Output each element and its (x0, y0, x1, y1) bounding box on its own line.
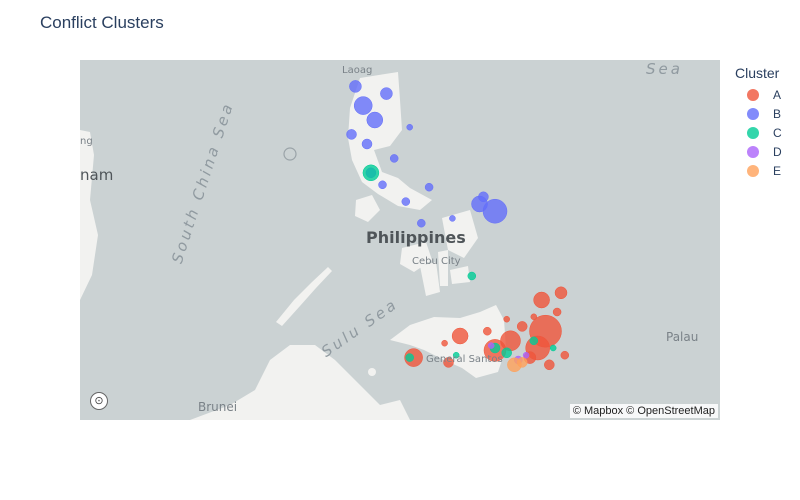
legend-item-e[interactable]: E (735, 161, 782, 180)
palau-label: Palau (666, 330, 699, 344)
legend-items: ABCDE (735, 85, 782, 180)
legend-swatch-icon (747, 88, 759, 101)
partial-place-label: ng (80, 136, 93, 147)
point-cluster-a[interactable] (544, 359, 555, 371)
point-cluster-b[interactable] (471, 195, 488, 213)
gensan-label: General Santos (426, 354, 503, 365)
legend-item-c[interactable]: C (735, 123, 782, 142)
point-cluster-c[interactable] (501, 347, 512, 359)
point-cluster-b[interactable] (349, 80, 362, 93)
point-cluster-c[interactable] (362, 164, 380, 182)
chart-title: Conflict Clusters (40, 13, 164, 32)
land-negros (420, 262, 440, 296)
legend-label: B (773, 106, 782, 121)
land-palawan (276, 267, 332, 326)
legend-item-d[interactable]: D (735, 142, 782, 161)
point-cluster-a[interactable] (500, 330, 521, 352)
point-cluster-b[interactable] (361, 138, 373, 150)
point-cluster-c[interactable] (549, 344, 557, 352)
vietnam-label: nam (80, 166, 114, 184)
point-cluster-a[interactable] (552, 307, 562, 317)
cebu-label: Cebu City (412, 256, 461, 267)
sea-label: Sea (646, 60, 683, 78)
land-mainland (80, 130, 98, 300)
point-cluster-a[interactable] (441, 339, 448, 347)
legend-label: E (773, 163, 782, 178)
legend-label: C (773, 125, 782, 140)
legend-label: A (773, 87, 782, 102)
point-cluster-d[interactable] (487, 342, 495, 349)
point-cluster-b[interactable] (353, 96, 373, 115)
legend-title: Cluster (735, 65, 780, 81)
point-cluster-e[interactable] (516, 357, 528, 368)
point-cluster-c[interactable] (405, 353, 414, 362)
land-mindoro (355, 195, 380, 222)
point-cluster-a[interactable] (533, 291, 550, 309)
legend-label: D (773, 144, 782, 159)
land-bohol (450, 266, 470, 284)
map-view[interactable]: Sea South China Sea Sulu Sea Philippines… (80, 60, 720, 420)
point-cluster-a[interactable] (503, 315, 510, 323)
point-cluster-b[interactable] (406, 123, 413, 131)
legend-swatch-icon (747, 126, 759, 139)
legend-item-b[interactable]: B (735, 104, 782, 123)
mapbox-logo-icon[interactable]: ⊙ (90, 392, 108, 410)
legend: Cluster ABCDE (735, 65, 782, 180)
point-cluster-a[interactable] (451, 327, 469, 345)
point-cluster-b[interactable] (449, 215, 456, 222)
legend-swatch-icon (747, 164, 759, 177)
point-cluster-b[interactable] (380, 87, 393, 100)
point-cluster-b[interactable] (366, 111, 384, 129)
point-cluster-b[interactable] (401, 197, 411, 206)
legend-swatch-icon (747, 145, 759, 158)
point-cluster-a[interactable] (554, 286, 568, 300)
laoag-label: Laoag (342, 65, 373, 76)
brunei-label: Brunei (198, 400, 238, 414)
point-cluster-b[interactable] (378, 180, 387, 190)
legend-item-a[interactable]: A (735, 85, 782, 104)
reef-marker (283, 147, 297, 161)
point-cluster-c[interactable] (467, 271, 477, 281)
point-cluster-b[interactable] (424, 182, 434, 192)
legend-swatch-icon (747, 107, 759, 120)
point-cluster-b[interactable] (346, 129, 357, 140)
map-attribution[interactable]: © Mapbox © OpenStreetMap (569, 404, 718, 418)
point-cluster-b[interactable] (417, 218, 426, 228)
point-cluster-d[interactable] (522, 351, 530, 359)
philippines-label: Philippines (366, 228, 466, 247)
point-cluster-a[interactable] (530, 313, 538, 321)
point-cluster-a[interactable] (483, 326, 492, 336)
point-cluster-a[interactable] (516, 321, 528, 332)
point-cluster-b[interactable] (389, 154, 399, 163)
point-cluster-a[interactable] (560, 350, 570, 360)
point-cluster-c[interactable] (529, 336, 539, 346)
